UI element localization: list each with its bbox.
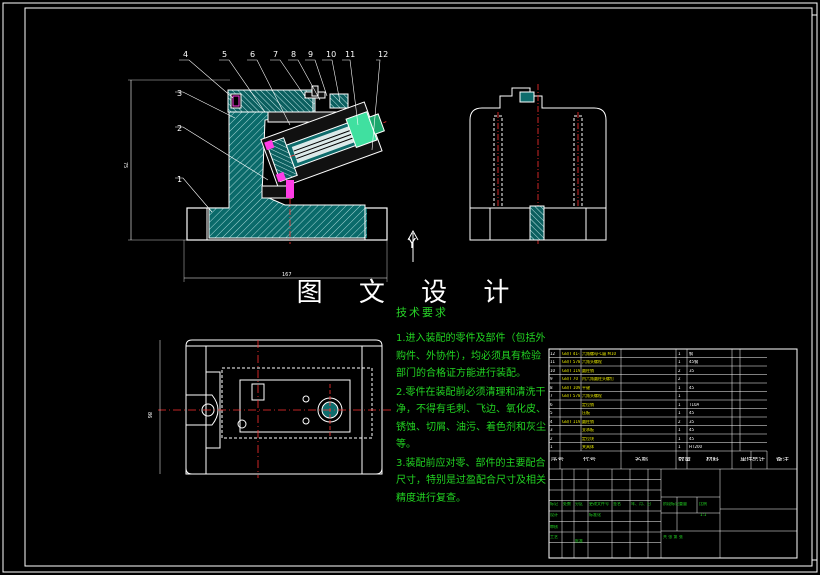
- balloon-label: 7: [273, 50, 278, 59]
- balloon-label: 3: [177, 89, 182, 98]
- bom-cell: 2: [550, 436, 553, 441]
- dim-plan: 86: [146, 412, 152, 418]
- bom-cell: 圆柱销: [582, 368, 594, 373]
- bom-cell: 9: [550, 377, 553, 381]
- bom-cell: 定位销: [582, 402, 594, 407]
- bom-header-cell: 数量: [678, 457, 691, 461]
- bom-cell: 1: [678, 360, 681, 364]
- tech-requirements-title: 技术要求: [396, 306, 448, 319]
- bom-cell: 6: [550, 402, 553, 407]
- title-block-label: 共 张 第 张: [663, 535, 683, 539]
- bom-cell: 1: [678, 385, 681, 390]
- balloon-label: 11: [345, 50, 355, 59]
- bom-cell: 六角头螺栓: [582, 394, 602, 398]
- title-block-label: 设计: [550, 513, 558, 517]
- bom-cell: 45: [689, 385, 695, 390]
- bom-cell: 45钢: [689, 360, 699, 364]
- bom-cell: 35: [689, 419, 695, 424]
- balloon-label: 4: [183, 50, 188, 59]
- side-view: [469, 84, 607, 244]
- bom-cell: 7: [550, 394, 553, 398]
- bom-cell: 45: [689, 411, 695, 415]
- balloon-label: 6: [250, 50, 255, 59]
- bom-cell: 1: [678, 436, 681, 441]
- bom-cell: GB/T 1096: [562, 385, 580, 390]
- bom-cell: 1: [678, 351, 681, 356]
- bom-cell: 1: [550, 445, 553, 449]
- bom-cell: T10A: [689, 402, 700, 407]
- dim-height: 75: [122, 162, 128, 168]
- bom-cell: HT200: [689, 445, 703, 449]
- tech-note: 2.零件在装配前必须清理和清洗干净，不得有毛刺、飞边、氧化皮、锈蚀、切屑、油污、…: [396, 386, 546, 451]
- bom-cell: 夹具体: [582, 445, 594, 449]
- bom-cell: 2: [678, 368, 681, 373]
- bom-cell: 1: [678, 445, 681, 449]
- bom-cell: 压板: [582, 411, 590, 415]
- bom-cell: GB/T 119: [562, 368, 580, 373]
- bom-header-cell: 代号: [583, 457, 596, 461]
- bom-header-cell: 名称: [635, 457, 648, 461]
- bom-header-cell: 序号: [551, 457, 564, 461]
- bom-cell: 1: [678, 411, 681, 415]
- bom-cell: 2: [678, 377, 681, 381]
- bom-cell: 六角头螺栓: [582, 360, 602, 364]
- bom-cell: GB/T 119: [562, 419, 580, 424]
- bom-cell: 45: [689, 436, 695, 441]
- bom-cell: 11: [550, 360, 556, 364]
- bom-cell: 4: [550, 419, 553, 424]
- bom-header-cell: 材料: [706, 457, 719, 461]
- tech-note: 3.装配前应对零、部件的主要配合尺寸，特别是过盈配合尺寸及相关精度进行复查。: [396, 457, 546, 504]
- bom-cell: 1: [678, 394, 681, 398]
- bom-cell: 内六角圆柱头螺钉: [582, 377, 614, 381]
- bom-cell: 1: [678, 402, 681, 407]
- bom-cell: 10: [550, 368, 556, 373]
- plan-view: [158, 339, 392, 478]
- scale-value: 1:1: [700, 513, 707, 517]
- bom-cell: 钢: [689, 351, 693, 356]
- bom-cell: GB/T 5783: [562, 394, 580, 398]
- technical-notes: 1.进入装配的零件及部件（包括外购件、外协件），均必须具有检验部门的合格证方能进…: [396, 330, 548, 508]
- bom-cell: GB/T 70: [562, 377, 578, 381]
- balloon-label: 1: [177, 175, 182, 184]
- balloon-label: 8: [291, 50, 296, 59]
- bom-cell: 定位块: [582, 436, 594, 441]
- balloon-label: 9: [308, 50, 313, 59]
- bom-header-cell: 备注: [776, 457, 789, 461]
- bom-cell: 六角螺母-C级 M10: [582, 351, 617, 356]
- title-block-label: 比例: [699, 502, 707, 506]
- bom-cell: 2: [678, 419, 681, 424]
- balloon-label: 5: [222, 50, 227, 59]
- balloon-label: 2: [177, 124, 182, 133]
- bom-cell: 8: [550, 385, 553, 390]
- bom-cell: 12: [550, 351, 556, 356]
- balloon-label: 12: [378, 50, 388, 59]
- balloon-label: 10: [326, 50, 336, 59]
- bom-cell: 1: [678, 428, 681, 432]
- bom-cell: 平键: [582, 385, 590, 390]
- title-block-label: 审核: [550, 525, 558, 529]
- tech-note: 1.进入装配的零件及部件（包括外购件、外协件），均必须具有检验部门的合格证方能进…: [396, 333, 546, 379]
- bom-cell: 支承板: [582, 428, 594, 432]
- bom-cell: 35: [689, 368, 695, 373]
- title-block-label: 批准: [575, 539, 583, 543]
- front-section-view: [128, 59, 388, 282]
- title-block-label: 标准化: [589, 513, 601, 517]
- view-label: Y: [407, 237, 416, 252]
- bom-cell: 45: [689, 428, 695, 432]
- bom-cell: 圆柱销: [582, 419, 594, 424]
- bom-cell: 5: [550, 411, 553, 415]
- bom-cell: GB/T 41-2000: [562, 351, 580, 356]
- bom-cell: GB/T 5782: [562, 360, 580, 364]
- bom-cell: 3: [550, 428, 553, 432]
